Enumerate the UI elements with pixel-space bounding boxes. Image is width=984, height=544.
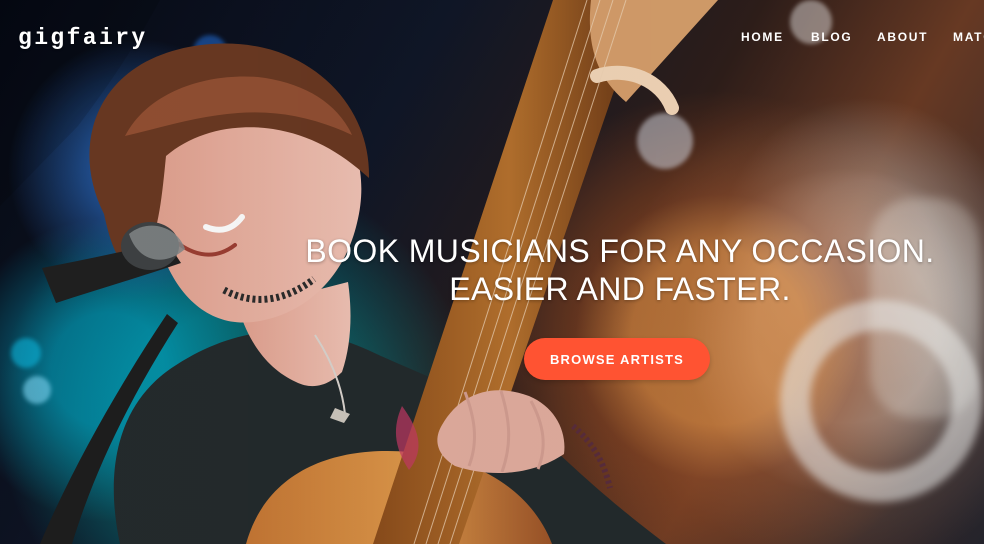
nav-item-blog[interactable]: BLOG [811,30,877,44]
nav-item-about[interactable]: ABOUT [877,30,953,44]
hero-headline-line-2: EASIER AND FASTER. [449,271,791,307]
gigfairy-logo[interactable]: gigfairy [18,26,148,51]
hero-headline-line-1: BOOK MUSICIANS FOR ANY OCCASION. [305,233,935,269]
nav-item-matc[interactable]: MATC [953,30,984,44]
browse-artists-button[interactable]: BROWSE ARTISTS [524,338,710,380]
hero-headline: BOOK MUSICIANS FOR ANY OCCASION. EASIER … [280,232,960,308]
main-navigation: HOME BLOG ABOUT MATC [741,30,984,44]
hero-section: gigfairy HOME BLOG ABOUT MATC BOOK MUSIC… [0,0,984,544]
nav-item-home[interactable]: HOME [741,30,811,44]
